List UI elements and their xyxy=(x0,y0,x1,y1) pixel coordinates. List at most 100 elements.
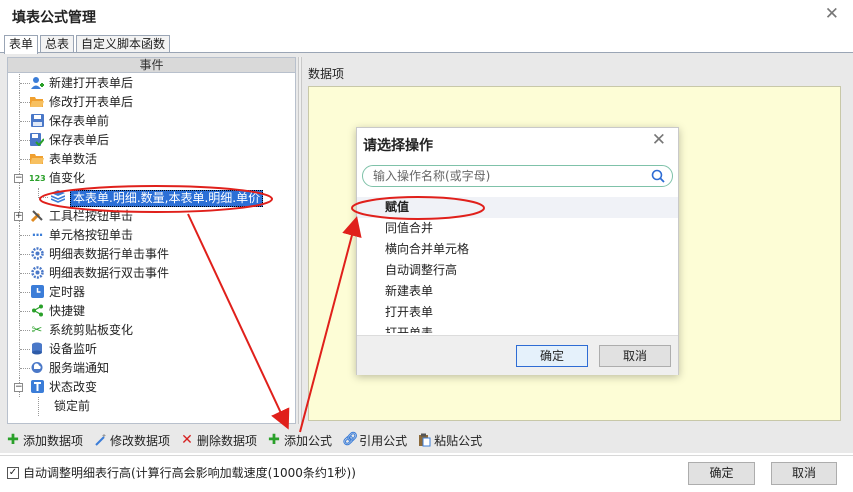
tab-summary[interactable]: 总表 xyxy=(40,35,75,53)
tree-item-label: 保存表单后 xyxy=(49,133,110,147)
paste-formula-button[interactable]: 粘贴公式 xyxy=(417,432,482,449)
tree-item-timer[interactable]: 定时器 xyxy=(8,283,295,302)
tree-item-label: 锁定前 xyxy=(54,399,91,413)
tree-item-new-open[interactable]: 新建打开表单后 xyxy=(8,74,295,93)
operation-item-merge-same[interactable]: 同值合并 xyxy=(357,218,678,239)
edit-data-item-label: 修改数据项 xyxy=(110,433,171,448)
dialog-button-bar: 确定 取消 xyxy=(357,335,678,375)
tree-item-label: 明细表数据行双击事件 xyxy=(49,266,170,280)
dots-icon: ··· xyxy=(31,228,44,242)
plus-icon: ✚ xyxy=(7,432,19,448)
operation-search-box xyxy=(362,165,673,187)
add-data-item-label: 添加数据项 xyxy=(23,433,84,448)
tree-item-edit-open[interactable]: 修改打开表单后 xyxy=(8,93,295,112)
tree-item-label: 服务端通知 xyxy=(49,361,110,375)
tree-item-label: 工具栏按钮单击 xyxy=(49,209,134,223)
scissors-icon: ✂ xyxy=(31,323,43,338)
tree-item-value-change[interactable]: − 123 值变化 xyxy=(8,169,295,188)
text-t-icon xyxy=(29,380,45,395)
tree-item-before-save[interactable]: 保存表单前 xyxy=(8,112,295,131)
user-add-icon xyxy=(29,76,45,91)
auto-row-height-label: 自动调整明细表行高(计算行高会影响加载速度(1000条约1秒)) xyxy=(23,466,356,480)
tree-item-toolbar-click[interactable]: + 工具栏按钮单击 xyxy=(8,207,295,226)
reference-formula-label: 引用公式 xyxy=(359,433,408,448)
operation-item-open-form[interactable]: 打开表单 xyxy=(357,302,678,323)
tab-custom-script[interactable]: 自定义脚本函数 xyxy=(76,35,171,53)
tab-strip: 表单 总表 自定义脚本函数 xyxy=(4,35,172,54)
panel-splitter[interactable] xyxy=(298,57,302,424)
close-icon[interactable]: ✕ xyxy=(825,4,839,24)
operation-item-assign[interactable]: 赋值 xyxy=(357,197,678,218)
operation-item-open-single[interactable]: 打开单表 xyxy=(357,323,678,333)
tree-item-label-selected: 本表单.明细.数量,本表单.明细.单价 xyxy=(70,190,264,207)
plus-icon: ✚ xyxy=(268,432,280,448)
tree-item-cell-button-click[interactable]: ··· 单元格按钮单击 xyxy=(8,226,295,245)
events-header: 事件 xyxy=(8,58,295,73)
edit-data-item-button[interactable]: 修改数据项 xyxy=(93,432,170,449)
operation-item-auto-row-height[interactable]: 自动调整行高 xyxy=(357,260,678,281)
operation-search-input[interactable] xyxy=(373,168,643,184)
select-operation-dialog: 请选择操作 ✕ 赋值 同值合并 横向合并单元格 自动调整行高 新建表单 打开表单… xyxy=(356,127,679,375)
link-icon: 🔗︎ xyxy=(342,432,359,447)
ok-button[interactable]: 确定 xyxy=(688,462,755,485)
share-icon xyxy=(29,304,45,319)
gear-blue-icon xyxy=(29,266,45,281)
tree-item-server-notify[interactable]: 服务端通知 xyxy=(8,359,295,378)
number-123-icon: 123 xyxy=(29,174,46,183)
collapse-icon[interactable]: − xyxy=(14,174,23,183)
cancel-button[interactable]: 取消 xyxy=(771,462,837,485)
paste-icon xyxy=(417,433,431,447)
dialog-cancel-button[interactable]: 取消 xyxy=(599,345,671,367)
wand-icon xyxy=(93,433,107,447)
tree-item-label: 新建打开表单后 xyxy=(49,76,134,90)
search-icon[interactable] xyxy=(651,169,665,183)
formula-toolbar: ✚ 添加数据项 修改数据项 ✕ 删除数据项 ✚ 添加公式 🔗︎ 引用公式 粘贴公… xyxy=(6,430,492,450)
folder-open-icon xyxy=(29,152,45,167)
database-icon xyxy=(29,342,45,357)
auto-row-height-option[interactable]: ✓ 自动调整明细表行高(计算行高会影响加载速度(1000条约1秒)) xyxy=(7,464,356,481)
tree-item-label: 明细表数据行单击事件 xyxy=(49,247,170,261)
data-items-label: 数据项 xyxy=(308,67,345,81)
operation-item-new-form[interactable]: 新建表单 xyxy=(357,281,678,302)
tree-item-value-change-field[interactable]: 本表单.明细.数量,本表单.明细.单价 xyxy=(8,188,295,207)
save-check-icon xyxy=(29,133,45,148)
tree-item-state-change[interactable]: − 状态改变 xyxy=(8,378,295,397)
add-formula-button[interactable]: ✚ 添加公式 xyxy=(267,432,332,449)
auto-row-height-checkbox[interactable]: ✓ xyxy=(7,466,19,479)
tree-item-detail-row-click[interactable]: 明细表数据行单击事件 xyxy=(8,245,295,264)
dialog-ok-button[interactable]: 确定 xyxy=(516,345,588,367)
tree-item-shortcut[interactable]: 快捷键 xyxy=(8,302,295,321)
operation-item-merge-horizontal[interactable]: 横向合并单元格 xyxy=(357,239,678,260)
tree-item-label: 快捷键 xyxy=(49,304,86,318)
folder-open-icon xyxy=(29,95,45,110)
add-data-item-button[interactable]: ✚ 添加数据项 xyxy=(6,432,83,449)
tab-form[interactable]: 表单 xyxy=(4,35,39,54)
delete-data-item-button[interactable]: ✕ 删除数据项 xyxy=(180,432,257,449)
collapse-icon[interactable]: − xyxy=(14,383,23,392)
tree-item-clipboard[interactable]: ✂ 系统剪贴板变化 xyxy=(8,321,295,340)
tree-item-label: 修改打开表单后 xyxy=(49,95,134,109)
tree-item-form-data[interactable]: 表单数活 xyxy=(8,150,295,169)
events-panel: 事件 新建打开表单后 修改打开表单后 保存表单前 保存表单后 表单数活 − 12… xyxy=(7,57,296,424)
tree-item-label: 表单数活 xyxy=(49,152,98,166)
tree-item-before-lock[interactable]: 锁定前 xyxy=(8,397,295,416)
tree-item-device-listen[interactable]: 设备监听 xyxy=(8,340,295,359)
reference-formula-button[interactable]: 🔗︎ 引用公式 xyxy=(342,432,407,449)
tree-item-label: 状态改变 xyxy=(49,380,98,394)
tree-item-label: 单元格按钮单击 xyxy=(49,228,134,242)
save-icon xyxy=(29,114,45,129)
delete-x-icon: ✕ xyxy=(181,432,193,448)
tree-item-label: 定时器 xyxy=(49,285,86,299)
tree-item-label: 系统剪贴板变化 xyxy=(49,323,134,337)
expand-icon[interactable]: + xyxy=(14,212,23,221)
window-title: 填表公式管理 xyxy=(12,10,96,26)
tree-item-after-save[interactable]: 保存表单后 xyxy=(8,131,295,150)
timer-icon xyxy=(29,285,45,300)
events-tree: 新建打开表单后 修改打开表单后 保存表单前 保存表单后 表单数活 − 123 值… xyxy=(8,73,295,416)
close-icon[interactable]: ✕ xyxy=(652,130,666,150)
cloud-icon xyxy=(29,361,45,376)
paste-formula-label: 粘贴公式 xyxy=(434,433,483,448)
title-bar: 填表公式管理 ✕ xyxy=(0,0,853,32)
tree-item-label: 保存表单前 xyxy=(49,114,110,128)
tree-item-detail-row-dblclick[interactable]: 明细表数据行双击事件 xyxy=(8,264,295,283)
